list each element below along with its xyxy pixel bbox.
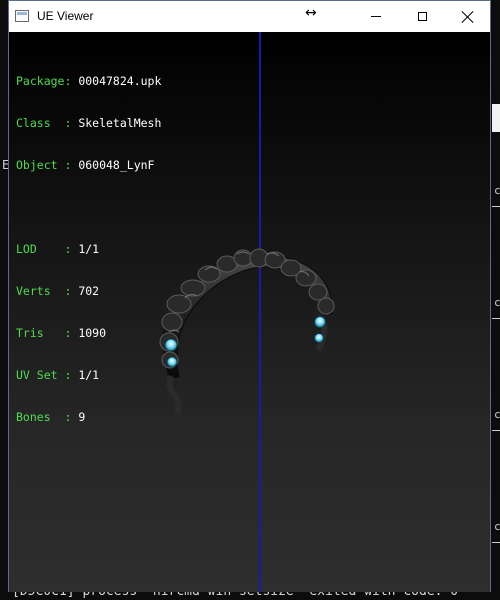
info-row-lod: LOD : 1/1 xyxy=(16,242,100,256)
background-divider xyxy=(492,542,500,543)
background-console-char: c xyxy=(494,184,500,197)
close-button[interactable] xyxy=(445,1,491,32)
background-console-char: c xyxy=(494,408,500,421)
crystal-gem xyxy=(314,316,326,328)
info-row-object: Object : 060048_LynF xyxy=(16,158,155,172)
app-window-icon xyxy=(15,10,29,22)
maximize-button[interactable] xyxy=(399,1,445,32)
info-row-tris: Tris : 1090 xyxy=(16,326,107,340)
info-row-uv-set: UV Set : 1/1 xyxy=(16,368,100,382)
minimize-button[interactable] xyxy=(353,1,399,32)
crystal-gem xyxy=(164,338,178,352)
resize-cursor-icon: ↔ xyxy=(305,5,317,21)
close-icon xyxy=(462,11,474,23)
background-divider xyxy=(492,430,500,431)
background-console-char: c xyxy=(494,296,500,309)
background-console-char: c xyxy=(494,520,500,533)
minimize-icon xyxy=(371,16,381,17)
3d-viewport[interactable]: Package: 00047824.upk Class : SkeletalMe… xyxy=(9,32,490,592)
maximize-icon xyxy=(417,12,427,21)
right-pendant xyxy=(314,313,328,352)
info-row-class: Class : SkeletalMesh xyxy=(16,116,162,130)
mesh-info-overlay: Package: 00047824.upk Class : SkeletalMe… xyxy=(16,46,161,452)
window-title: UE Viewer xyxy=(37,9,94,23)
background-console-strip xyxy=(492,104,500,132)
info-row-package: Package: 00047824.upk xyxy=(16,74,162,88)
ue-viewer-window: UE Viewer ↔ Package: 00047824.upk Class … xyxy=(8,0,491,592)
info-row-verts: Verts : 702 xyxy=(16,284,100,298)
crystal-gem xyxy=(314,333,324,343)
background-divider xyxy=(492,318,500,319)
info-row-bones: Bones : 9 xyxy=(16,410,86,424)
background-divider xyxy=(492,206,500,207)
title-bar[interactable]: UE Viewer ↔ xyxy=(9,1,490,32)
info-spacer xyxy=(16,200,161,214)
crystal-gem xyxy=(166,356,178,368)
